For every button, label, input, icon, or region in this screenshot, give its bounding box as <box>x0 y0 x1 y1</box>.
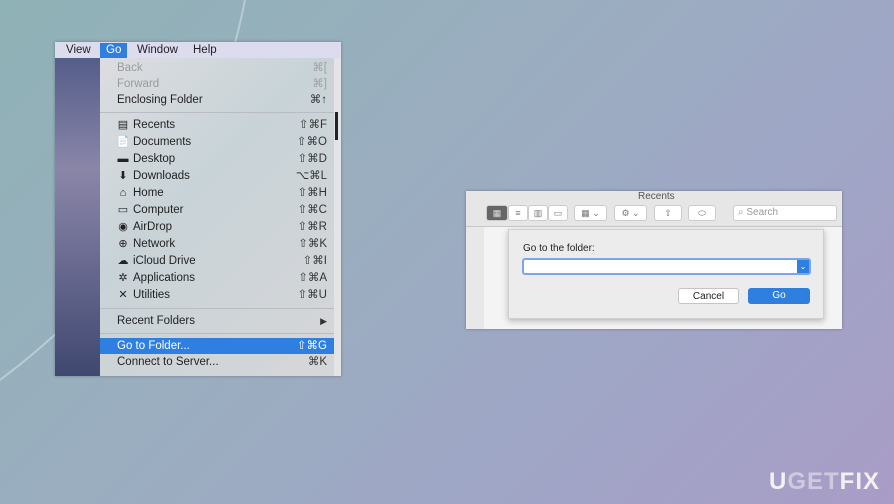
menu-item-home[interactable]: ⌂ Home ⇧⌘H <box>100 185 334 201</box>
go-to-folder-dialog: Go to the folder: ⌄ Cancel Go <box>508 229 824 319</box>
menu-item-forward: Forward ⌘] <box>117 78 327 90</box>
menu-go[interactable]: Go <box>100 43 128 58</box>
downloads-icon: ⬇ <box>118 170 128 182</box>
menu-item-utilities[interactable]: ✕ Utilities ⇧⌘U <box>100 287 334 303</box>
list-view-button[interactable]: ≡ <box>508 205 528 221</box>
network-icon: ⊕ <box>118 238 128 250</box>
menu-item-desktop[interactable]: ▬ Desktop ⇧⌘D <box>100 151 334 167</box>
menu-window[interactable]: Window <box>137 43 178 58</box>
menu-bar: View Go Window Help <box>55 42 341 58</box>
documents-icon: 📄 <box>116 136 130 148</box>
gallery-view-button[interactable]: ▭ <box>548 205 568 221</box>
menu-item-network[interactable]: ⊕ Network ⇧⌘K <box>100 236 334 252</box>
icloud-icon: ☁ <box>117 255 129 267</box>
recents-icon: ▤ <box>117 119 129 131</box>
utilities-icon: ✕ <box>118 289 128 301</box>
go-menu-screenshot: View Go Window Help Back ⌘[ Forward ⌘] Enclo… <box>55 42 341 376</box>
airdrop-icon: ◉ <box>118 221 128 233</box>
menu-item-go-to-folder[interactable]: Go to Folder... ⇧⌘G <box>100 338 334 354</box>
menu-item-computer[interactable]: ▭ Computer ⇧⌘C <box>100 202 334 218</box>
scrollbar[interactable] <box>334 58 341 376</box>
submenu-arrow-icon: ▶ <box>320 316 327 326</box>
desktop-icon: ▬ <box>117 153 129 165</box>
dialog-prompt: Go to the folder: <box>523 243 595 254</box>
menu-item-enclosing-folder[interactable]: Enclosing Folder ⌘↑ <box>100 92 334 108</box>
menu-help[interactable]: Help <box>193 43 217 58</box>
chevron-down-icon[interactable]: ⌄ <box>797 260 809 273</box>
tag-button[interactable]: ⬭ <box>688 205 716 221</box>
menu-item-recent-folders[interactable]: Recent Folders ▶ <box>100 313 334 329</box>
menu-separator <box>100 308 334 309</box>
menu-item-applications[interactable]: ✲ Applications ⇧⌘A <box>100 270 334 286</box>
applications-icon: ✲ <box>118 272 128 284</box>
go-menu: Back ⌘[Forward ⌘] Enclosing Folder ⌘↑ ▤ Recent… <box>100 58 334 376</box>
cancel-button[interactable]: Cancel <box>678 288 739 304</box>
desktop-wallpaper <box>55 58 101 376</box>
menu-separator <box>100 112 334 113</box>
menu-separator <box>100 333 334 334</box>
go-button[interactable]: Go <box>748 288 810 304</box>
finder-window: Recents ▦ ≡ ▥ ▭ ▦ ⌄ ⚙ ⌄ ⇧ ⬭ ⌕ Search Go … <box>466 191 842 329</box>
window-title: Recents <box>638 191 675 202</box>
home-icon: ⌂ <box>119 187 127 199</box>
watermark-logo: UGETFIX <box>768 468 880 495</box>
computer-icon: ▭ <box>117 204 129 216</box>
menu-item-connect-to-server[interactable]: Connect to Server... ⌘K <box>100 354 334 370</box>
share-button[interactable]: ⇧ <box>654 205 682 221</box>
finder-toolbar: Recents ▦ ≡ ▥ ▭ ▦ ⌄ ⚙ ⌄ ⇧ ⬭ ⌕ Search <box>466 191 842 227</box>
menu-item-back: Back ⌘[ <box>117 62 327 74</box>
folder-path-input[interactable]: ⌄ <box>522 258 811 275</box>
menu-item-recents[interactable]: ▤ Recents ⇧⌘F <box>100 117 334 133</box>
menu-item-downloads[interactable]: ⬇ Downloads ⌥⌘L <box>100 168 334 184</box>
search-field[interactable]: ⌕ Search <box>733 205 837 221</box>
action-gear-button[interactable]: ⚙ ⌄ <box>614 205 647 221</box>
menu-item-documents[interactable]: 📄 Documents ⇧⌘O <box>100 134 334 150</box>
finder-sidebar <box>466 227 484 329</box>
menu-item-icloud-drive[interactable]: ☁ iCloud Drive ⇧⌘I <box>100 253 334 269</box>
icon-view-button[interactable]: ▦ <box>486 205 508 221</box>
column-view-button[interactable]: ▥ <box>528 205 548 221</box>
menu-item-airdrop[interactable]: ◉ AirDrop ⇧⌘R <box>100 219 334 235</box>
menu-view[interactable]: View <box>66 43 91 58</box>
group-button[interactable]: ▦ ⌄ <box>574 205 607 221</box>
